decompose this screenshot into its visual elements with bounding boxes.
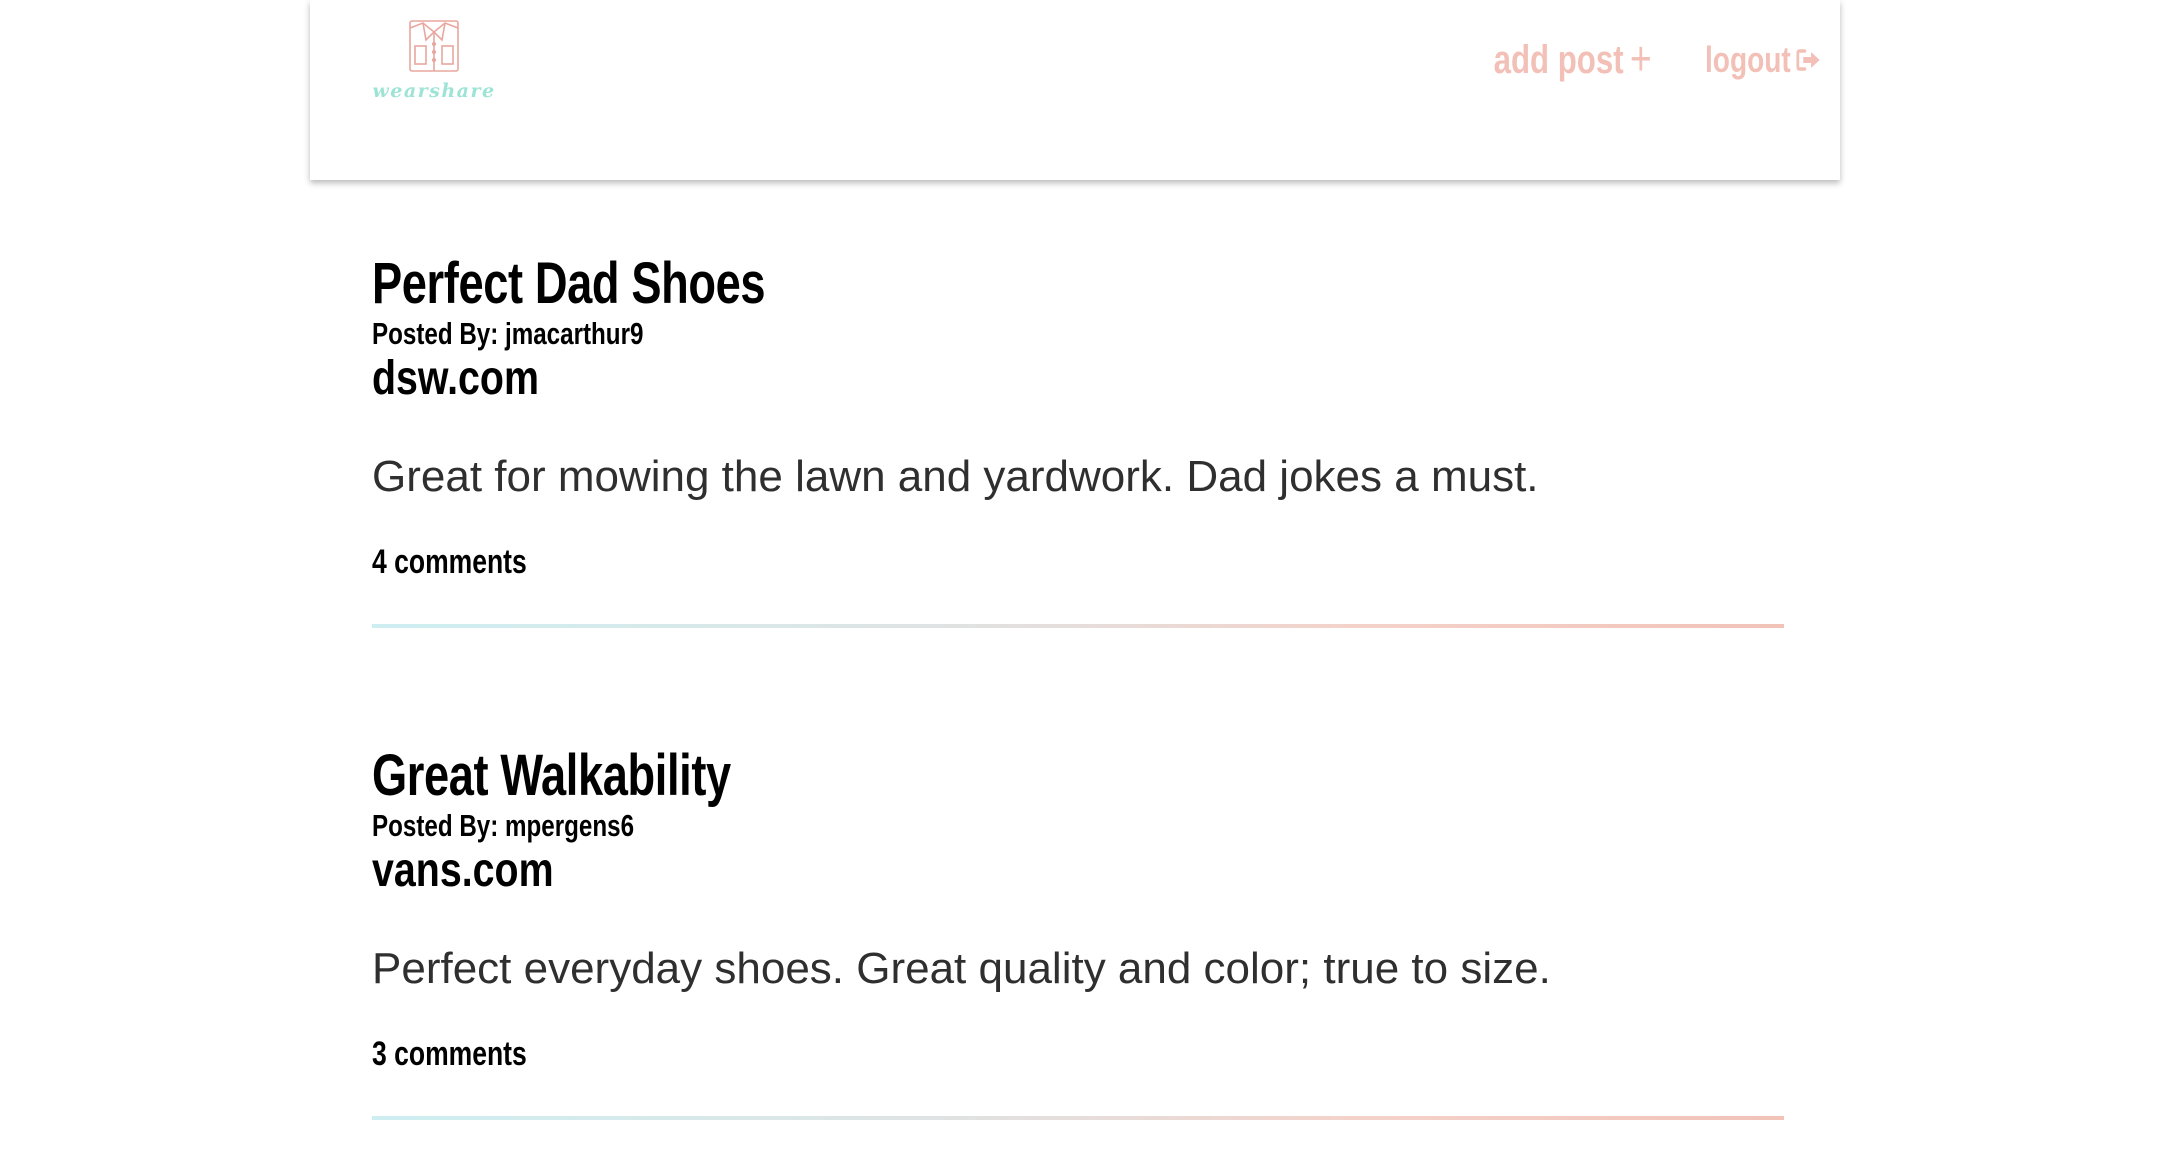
post-comments-link[interactable]: 4 comments (372, 542, 1473, 582)
post-site-link[interactable]: dsw.com (372, 352, 1530, 406)
post-card: Great Walkability Posted By: mpergens6 v… (372, 744, 1784, 1120)
logout-icon (1796, 49, 1820, 71)
post-author: Posted By: jmacarthur9 (372, 316, 644, 351)
plus-icon: + (1630, 33, 1653, 86)
post-author: Posted By: mpergens6 (372, 808, 635, 843)
shirt-icon (409, 20, 459, 72)
post-body: Great for mowing the lawn and yardwork. … (372, 452, 1539, 501)
logout-label: logout (1705, 39, 1791, 80)
post-card: Perfect Dad Shoes Posted By: jmacarthur9… (372, 252, 1784, 628)
post-comments-link[interactable]: 3 comments (372, 1034, 1473, 1074)
logo-wordmark: wearshare (372, 80, 496, 102)
add-post-link[interactable]: add post + (1494, 36, 1652, 84)
post-title[interactable]: Great Walkability (372, 744, 1473, 808)
post-site-link[interactable]: vans.com (372, 844, 1530, 898)
wearshare-logo[interactable]: wearshare (364, 18, 504, 108)
post-divider (372, 624, 1784, 628)
logout-link[interactable]: logout (1705, 39, 1822, 81)
post-body: Perfect everyday shoes. Great quality an… (372, 944, 1551, 993)
post-divider (372, 1116, 1784, 1120)
add-post-label: add post (1493, 37, 1624, 82)
post-title[interactable]: Perfect Dad Shoes (372, 252, 1473, 316)
site-header: wearshare add post + logout (310, 0, 1840, 180)
header-nav: add post + logout (1449, 36, 1822, 84)
